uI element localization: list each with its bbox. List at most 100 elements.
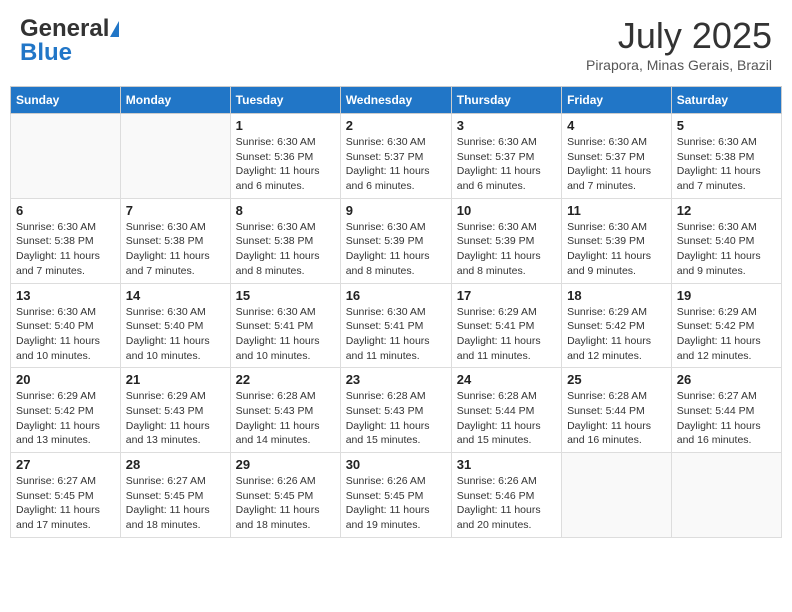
calendar-day-cell: 11 Sunrise: 6:30 AMSunset: 5:39 PMDayligh… (562, 198, 672, 283)
calendar-day-cell: 9 Sunrise: 6:30 AMSunset: 5:39 PMDaylight… (340, 198, 451, 283)
calendar-day-cell: 4 Sunrise: 6:30 AMSunset: 5:37 PMDaylight… (562, 114, 672, 199)
calendar-day-cell: 25 Sunrise: 6:28 AMSunset: 5:44 PMDayligh… (562, 368, 672, 453)
day-detail: Sunrise: 6:30 AMSunset: 5:40 PMDaylight:… (126, 305, 225, 364)
calendar-day-cell: 26 Sunrise: 6:27 AMSunset: 5:44 PMDayligh… (671, 368, 781, 453)
calendar-day-cell: 5 Sunrise: 6:30 AMSunset: 5:38 PMDaylight… (671, 114, 781, 199)
calendar-day-cell: 18Sunrise: 6:29 AMSunset: 5:42 PMDayligh… (562, 283, 672, 368)
day-number: 13 (16, 288, 115, 303)
day-number: 19 (677, 288, 776, 303)
weekday-header-monday: Monday (120, 87, 230, 114)
calendar-day-cell: 20Sunrise: 6:29 AMSunset: 5:42 PMDayligh… (11, 368, 121, 453)
day-number: 27 (16, 457, 115, 472)
day-number: 14 (126, 288, 225, 303)
day-number: 21 (126, 372, 225, 387)
day-number: 16 (346, 288, 446, 303)
calendar-day-cell: 19 Sunrise: 6:29 AMSunset: 5:42 PMDayligh… (671, 283, 781, 368)
day-number: 12 (677, 203, 776, 218)
day-detail: Sunrise: 6:27 AMSunset: 5:45 PMDaylight:… (126, 474, 225, 533)
day-detail: Sunrise: 6:30 AMSunset: 5:38 PMDaylight:… (126, 220, 225, 279)
day-detail: Sunrise: 6:27 AMSunset: 5:45 PMDaylight:… (16, 474, 115, 533)
calendar-day-cell: 3Sunrise: 6:30 AMSunset: 5:37 PMDaylight… (451, 114, 561, 199)
day-number: 8 (236, 203, 335, 218)
calendar-day-cell: 16 Sunrise: 6:30 AMSunset: 5:41 PMDayligh… (340, 283, 451, 368)
day-number: 25 (567, 372, 666, 387)
day-detail: Sunrise: 6:30 AMSunset: 5:37 PMDaylight:… (346, 135, 446, 194)
day-detail: Sunrise: 6:26 AMSunset: 5:45 PMDaylight:… (236, 474, 335, 533)
day-detail: Sunrise: 6:29 AMSunset: 5:42 PMDaylight:… (677, 305, 776, 364)
calendar-day-cell (671, 453, 781, 538)
title-block: July 2025 Pirapora, Minas Gerais, Brazil (586, 15, 772, 73)
day-detail: Sunrise: 6:28 AMSunset: 5:43 PMDaylight:… (236, 389, 335, 448)
calendar-day-cell: 27 Sunrise: 6:27 AMSunset: 5:45 PMDayligh… (11, 453, 121, 538)
day-detail: Sunrise: 6:26 AMSunset: 5:45 PMDaylight:… (346, 474, 446, 533)
calendar-day-cell: 14 Sunrise: 6:30 AMSunset: 5:40 PMDayligh… (120, 283, 230, 368)
day-number: 30 (346, 457, 446, 472)
logo-triangle-icon (110, 21, 119, 37)
day-number: 4 (567, 118, 666, 133)
calendar-day-cell (562, 453, 672, 538)
day-number: 11 (567, 203, 666, 218)
day-number: 6 (16, 203, 115, 218)
calendar-day-cell: 12 Sunrise: 6:30 AMSunset: 5:40 PMDayligh… (671, 198, 781, 283)
calendar-day-cell: 31 Sunrise: 6:26 AMSunset: 5:46 PMDayligh… (451, 453, 561, 538)
day-number: 31 (457, 457, 556, 472)
calendar-day-cell: 22 Sunrise: 6:28 AMSunset: 5:43 PMDayligh… (230, 368, 340, 453)
day-detail: Sunrise: 6:29 AMSunset: 5:42 PMDaylight:… (567, 305, 666, 364)
day-detail: Sunrise: 6:30 AMSunset: 5:40 PMDaylight:… (16, 305, 115, 364)
day-detail: Sunrise: 6:26 AMSunset: 5:46 PMDaylight:… (457, 474, 556, 533)
day-detail: Sunrise: 6:30 AMSunset: 5:39 PMDaylight:… (567, 220, 666, 279)
calendar-day-cell: 7 Sunrise: 6:30 AMSunset: 5:38 PMDaylight… (120, 198, 230, 283)
day-detail: Sunrise: 6:30 AMSunset: 5:41 PMDaylight:… (346, 305, 446, 364)
day-number: 22 (236, 372, 335, 387)
calendar-week-row: 6 Sunrise: 6:30 AMSunset: 5:38 PMDaylight… (11, 198, 782, 283)
day-number: 3 (457, 118, 556, 133)
day-number: 20 (16, 372, 115, 387)
weekday-header-wednesday: Wednesday (340, 87, 451, 114)
day-detail: Sunrise: 6:30 AMSunset: 5:38 PMDaylight:… (236, 220, 335, 279)
weekday-header-thursday: Thursday (451, 87, 561, 114)
day-detail: Sunrise: 6:28 AMSunset: 5:44 PMDaylight:… (567, 389, 666, 448)
day-number: 7 (126, 203, 225, 218)
day-detail: Sunrise: 6:29 AMSunset: 5:41 PMDaylight:… (457, 305, 556, 364)
day-detail: Sunrise: 6:30 AMSunset: 5:39 PMDaylight:… (346, 220, 446, 279)
calendar-day-cell: 15Sunrise: 6:30 AMSunset: 5:41 PMDayligh… (230, 283, 340, 368)
weekday-header-saturday: Saturday (671, 87, 781, 114)
day-detail: Sunrise: 6:30 AMSunset: 5:38 PMDaylight:… (677, 135, 776, 194)
weekday-header-friday: Friday (562, 87, 672, 114)
day-detail: Sunrise: 6:30 AMSunset: 5:40 PMDaylight:… (677, 220, 776, 279)
day-number: 24 (457, 372, 556, 387)
calendar-day-cell (120, 114, 230, 199)
calendar-week-row: 13 Sunrise: 6:30 AMSunset: 5:40 PMDayligh… (11, 283, 782, 368)
day-detail: Sunrise: 6:28 AMSunset: 5:43 PMDaylight:… (346, 389, 446, 448)
month-title: July 2025 (586, 15, 772, 57)
day-number: 23 (346, 372, 446, 387)
calendar-day-cell: 21 Sunrise: 6:29 AMSunset: 5:43 PMDayligh… (120, 368, 230, 453)
day-number: 1 (236, 118, 335, 133)
weekday-header-sunday: Sunday (11, 87, 121, 114)
calendar-week-row: 1 Sunrise: 6:30 AMSunset: 5:36 PMDaylight… (11, 114, 782, 199)
day-number: 5 (677, 118, 776, 133)
calendar-day-cell: 29 Sunrise: 6:26 AMSunset: 5:45 PMDayligh… (230, 453, 340, 538)
day-detail: Sunrise: 6:30 AMSunset: 5:39 PMDaylight:… (457, 220, 556, 279)
day-detail: Sunrise: 6:29 AMSunset: 5:43 PMDaylight:… (126, 389, 225, 448)
day-number: 17 (457, 288, 556, 303)
logo-blue: Blue (20, 39, 72, 67)
page-header: General Blue July 2025 Pirapora, Minas G… (10, 10, 782, 78)
day-number: 15 (236, 288, 335, 303)
day-detail: Sunrise: 6:30 AMSunset: 5:38 PMDaylight:… (16, 220, 115, 279)
day-number: 29 (236, 457, 335, 472)
day-detail: Sunrise: 6:28 AMSunset: 5:44 PMDaylight:… (457, 389, 556, 448)
calendar-day-cell: 8 Sunrise: 6:30 AMSunset: 5:38 PMDaylight… (230, 198, 340, 283)
calendar-day-cell: 30 Sunrise: 6:26 AMSunset: 5:45 PMDayligh… (340, 453, 451, 538)
day-number: 26 (677, 372, 776, 387)
calendar-day-cell: 13 Sunrise: 6:30 AMSunset: 5:40 PMDayligh… (11, 283, 121, 368)
day-detail: Sunrise: 6:27 AMSunset: 5:44 PMDaylight:… (677, 389, 776, 448)
day-number: 2 (346, 118, 446, 133)
day-number: 10 (457, 203, 556, 218)
weekday-header-tuesday: Tuesday (230, 87, 340, 114)
logo: General Blue (20, 15, 120, 67)
day-number: 9 (346, 203, 446, 218)
day-detail: Sunrise: 6:30 AMSunset: 5:36 PMDaylight:… (236, 135, 335, 194)
calendar-day-cell: 10 Sunrise: 6:30 AMSunset: 5:39 PMDayligh… (451, 198, 561, 283)
day-detail: Sunrise: 6:30 AMSunset: 5:37 PMDaylight:… (567, 135, 666, 194)
